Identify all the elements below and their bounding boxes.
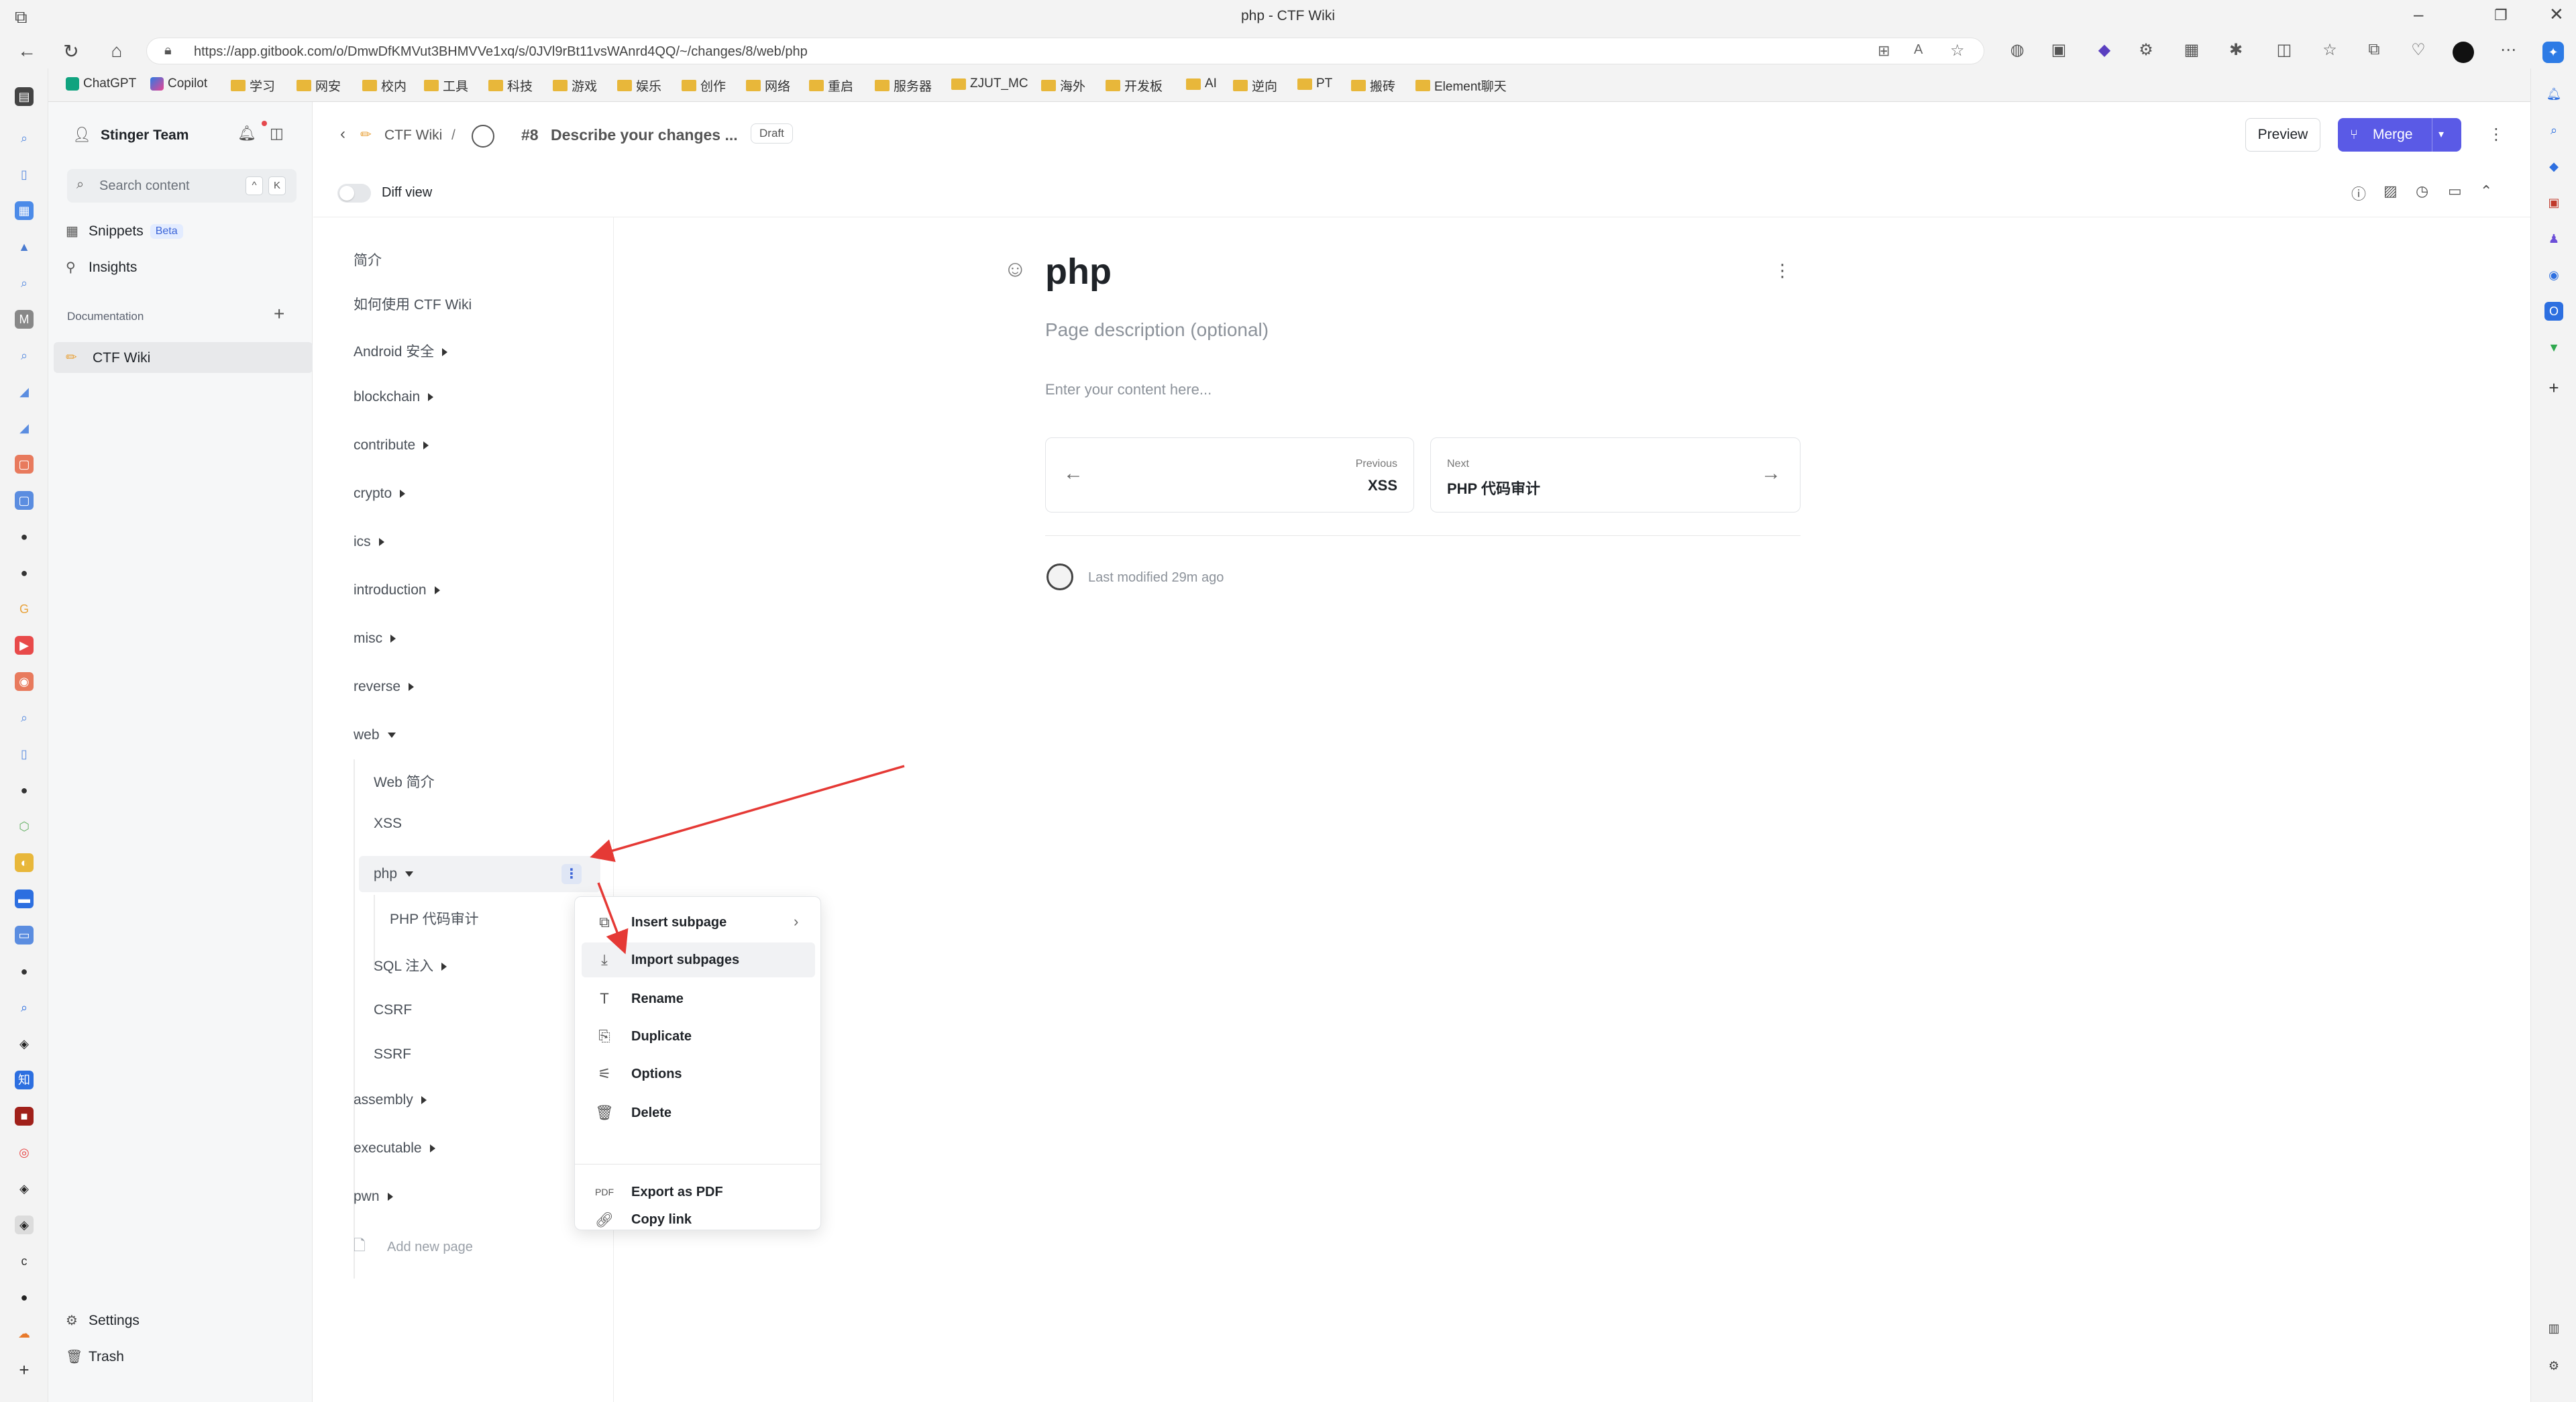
annotation-arrow-to-import bbox=[597, 882, 629, 955]
annotation-arrows bbox=[590, 765, 905, 955]
annotation-arrow-to-kebab bbox=[590, 765, 905, 863]
